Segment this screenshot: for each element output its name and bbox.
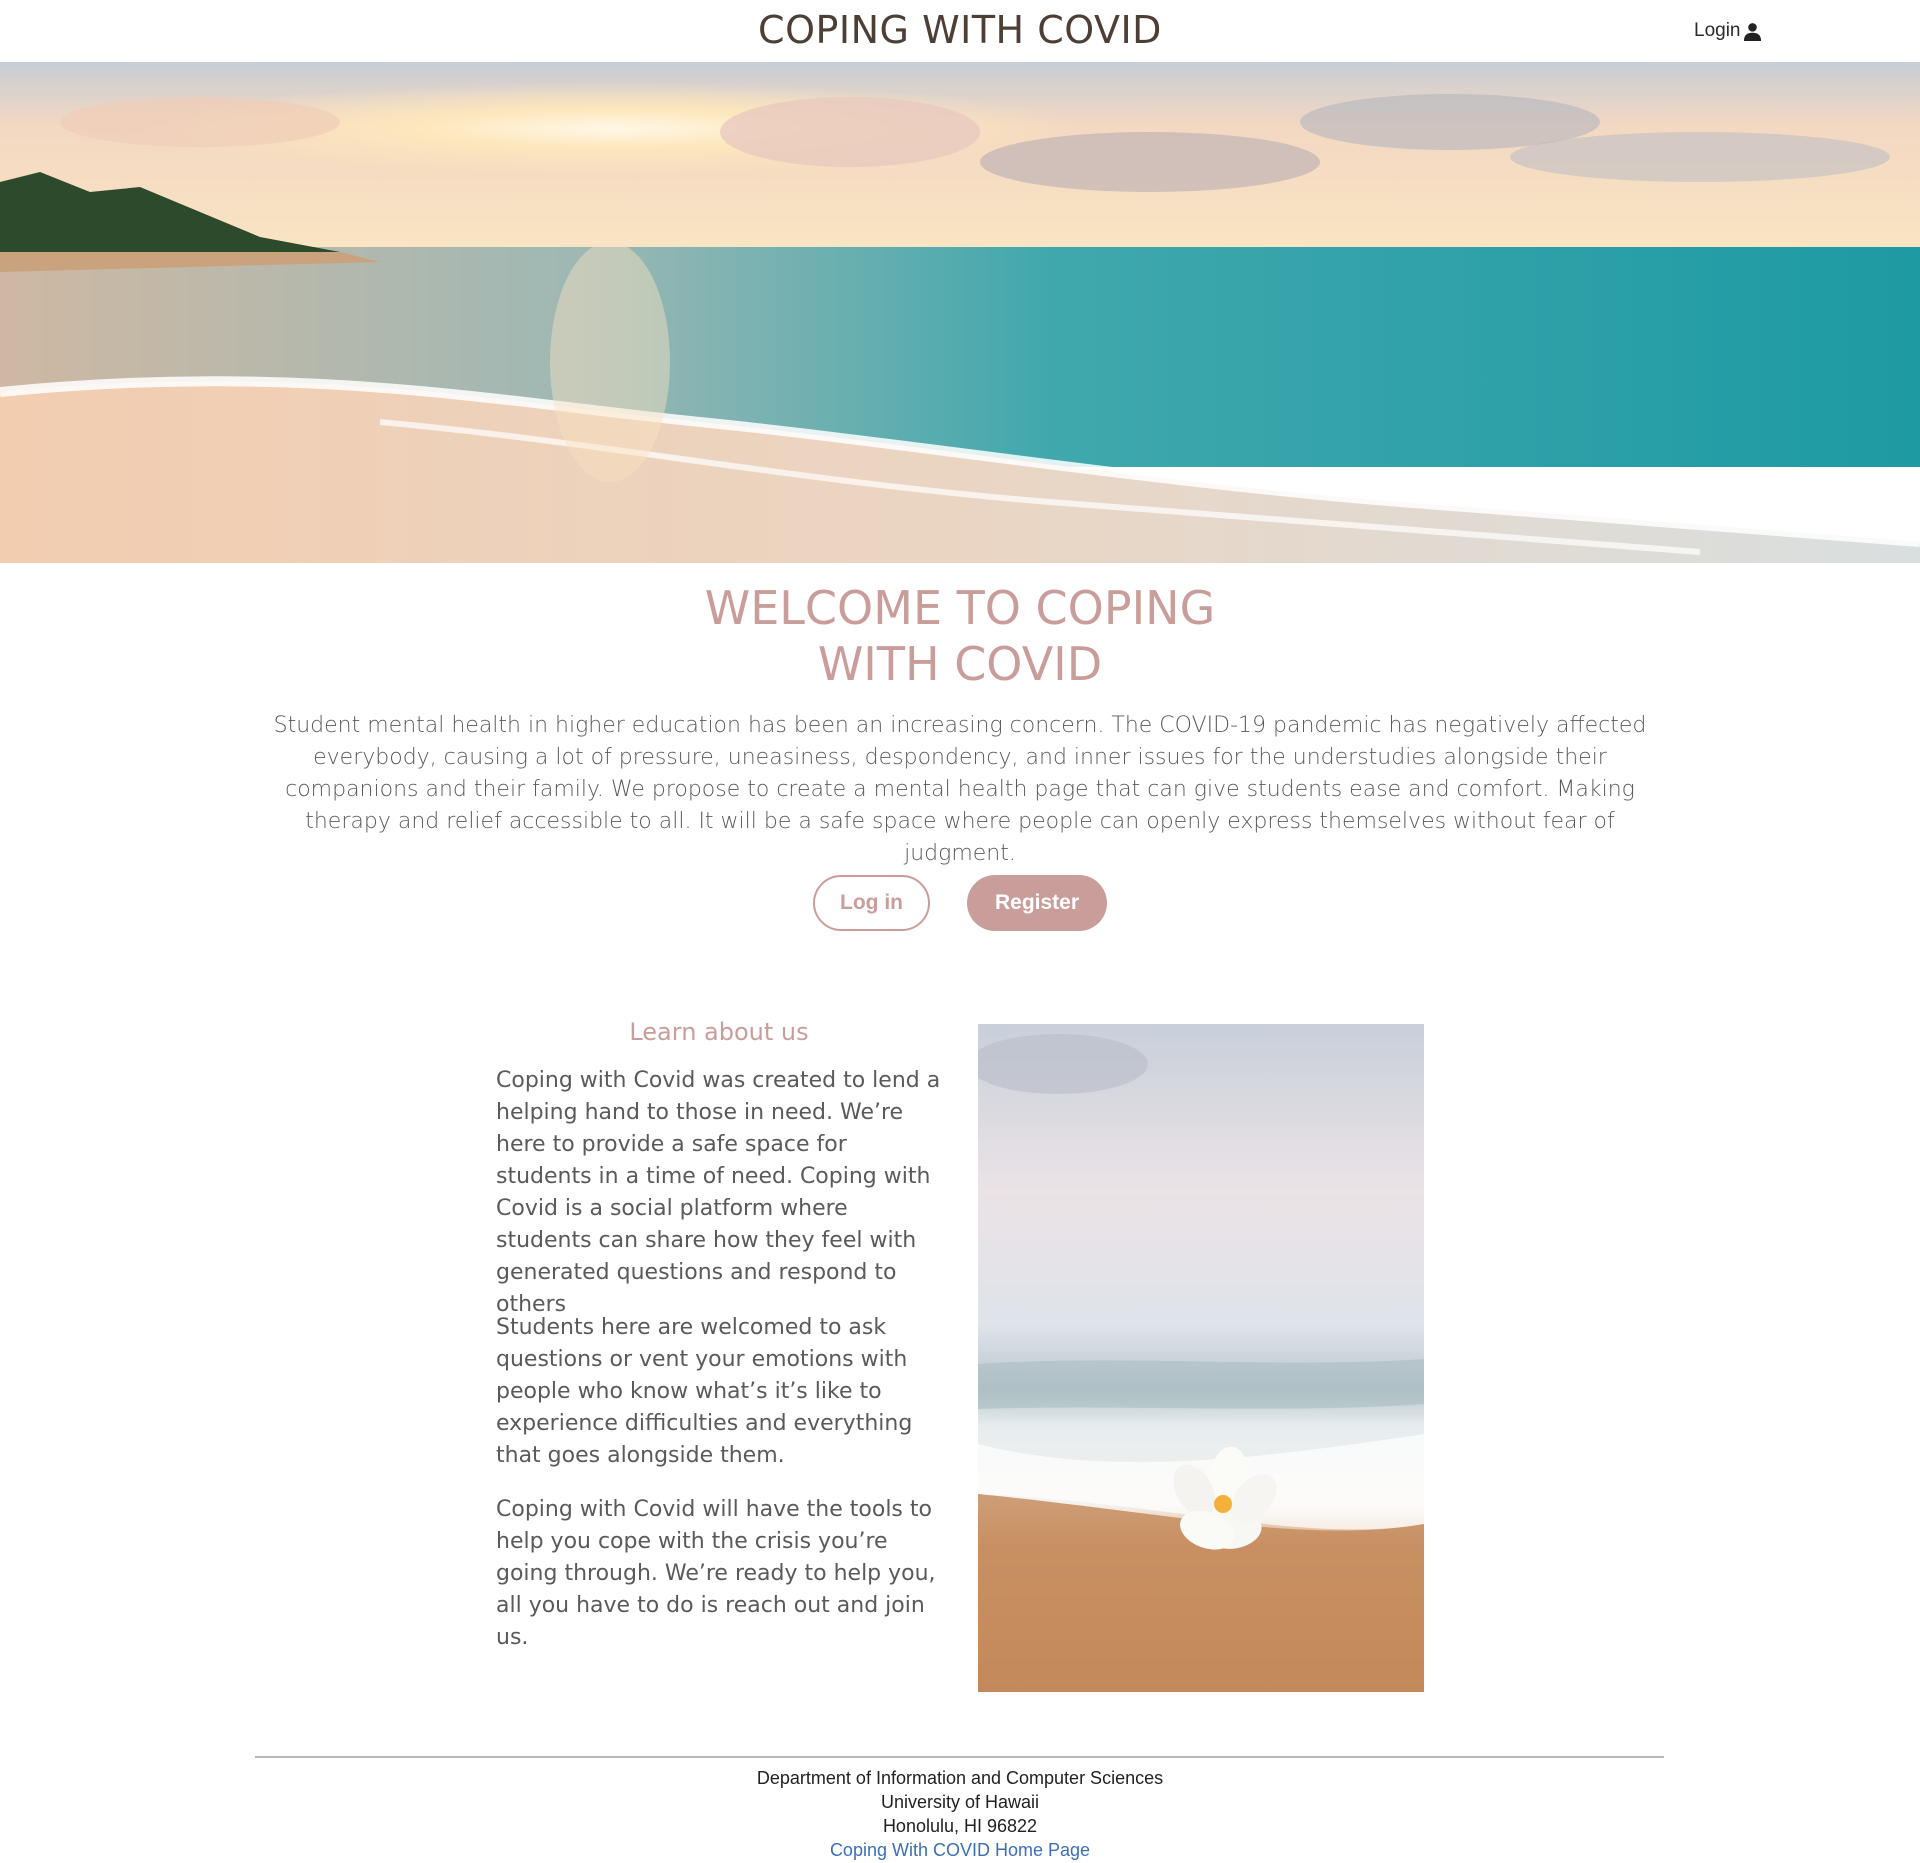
register-button[interactable]: Register [967,875,1107,931]
user-icon [1743,22,1762,41]
welcome-title-line-2: WITH COVID [817,637,1103,691]
about-paragraph-3: Coping with Covid will have the tools to… [496,1497,936,1650]
footer-address: Honolulu, HI 96822 [882,1816,1038,1836]
navbar: COPING WITH COVID Login [0,0,1920,62]
log-in-button[interactable]: Log in [813,875,930,931]
login-link[interactable]: Login [1694,20,1762,42]
footer-divider [255,1756,1664,1758]
welcome-description: Student mental health in higher educatio… [273,713,1647,866]
hero-beach-image [0,62,1920,563]
footer: Department of Information and Computer S… [0,1766,1920,1862]
about-paragraph-1: Coping with Covid was created to lend a … [496,1068,941,1317]
footer-home-link[interactable]: Coping With COVID Home Page [0,1838,1920,1862]
welcome-title: WELCOME TO COPING WITH COVID [0,580,1920,692]
footer-university: University of Hawaii [880,1792,1040,1812]
brand-title[interactable]: COPING WITH COVID [0,8,1920,52]
about-paragraph-2: Students here are welcomed to ask questi… [496,1315,913,1468]
flower-on-sand-image [978,1024,1424,1692]
footer-department: Department of Information and Computer S… [756,1768,1164,1788]
login-label: Login [1694,20,1741,41]
welcome-title-line-1: WELCOME TO COPING [704,581,1216,635]
about-heading: Learn about us [629,1018,809,1046]
